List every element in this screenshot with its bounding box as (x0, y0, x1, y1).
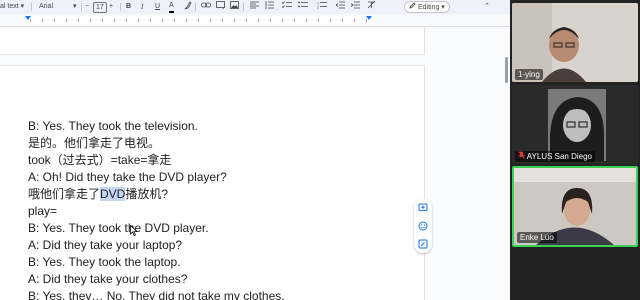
doc-line: A: Oh! Did they take the DVD player? (28, 170, 227, 184)
ruler-tick (306, 19, 307, 22)
ruler-tick (210, 19, 211, 22)
style-label: al text (0, 3, 19, 10)
underline-button[interactable]: U (155, 1, 160, 13)
doc-line: A: Did they take your clothes? (28, 272, 188, 286)
document-canvas[interactable]: B: Yes. They took the television. 是的。他们拿… (0, 27, 510, 300)
floating-side-toolbar (414, 199, 432, 253)
ruler-tick (318, 19, 319, 22)
editing-mode-label: Editing (417, 4, 440, 11)
doc-line: play= (28, 204, 58, 218)
participant-name-label: AYLUS San Diego (515, 151, 596, 162)
ruler-tick (294, 19, 295, 22)
ruler-tick (354, 19, 355, 22)
ruler-tick (162, 19, 163, 22)
toolbar-divider (195, 3, 196, 11)
suggest-edits-icon[interactable] (418, 239, 428, 249)
doc-line: took（过去式）=take=拿走 (28, 153, 172, 167)
ruler-tick (138, 19, 139, 22)
toolbar-divider (120, 3, 121, 11)
toolbar-divider (31, 3, 32, 11)
ruler-tick (78, 19, 79, 22)
ruler-tick (66, 19, 67, 22)
ruler-tick (150, 19, 151, 22)
ruler-tick (42, 19, 43, 22)
checklist-icon[interactable] (281, 1, 292, 13)
clear-formatting-icon[interactable] (367, 0, 376, 13)
highlight-pen-icon[interactable] (184, 1, 192, 13)
ruler-tick (114, 19, 115, 22)
italic-button[interactable]: I (141, 1, 143, 13)
ruler-tick (246, 19, 247, 22)
doc-text: 哦他们拿走了 (28, 187, 101, 201)
chevron-down-icon[interactable]: ▾ (73, 1, 77, 13)
document-page-previous (0, 27, 425, 55)
microphone-muted-icon (518, 151, 525, 159)
participant-name: 1-ying (515, 69, 543, 80)
ruler-page-area (28, 16, 374, 24)
docs-toolbar: al text ▾ Arial ▾ − 17 + B I U A 12 Edit… (0, 0, 510, 14)
align-icon[interactable] (250, 1, 259, 13)
doc-line: B: Yes, they… No. They did not take my c… (28, 289, 285, 300)
indent-increase-icon[interactable] (350, 1, 360, 13)
ruler-tick (270, 19, 271, 22)
ruler-tick (54, 19, 55, 22)
ruler-tick (342, 19, 343, 22)
toolbar-divider (81, 3, 82, 11)
ruler-tick (330, 19, 331, 22)
font-size-increase-button[interactable]: + (109, 1, 113, 13)
line-spacing-icon[interactable] (265, 1, 274, 13)
ruler-tick (282, 19, 283, 22)
emoji-reaction-icon[interactable] (418, 221, 428, 231)
participant-name: Enke Luo (517, 232, 557, 243)
indent-decrease-icon[interactable] (335, 1, 345, 13)
add-comment-icon[interactable] (418, 203, 428, 213)
font-size-decrease-button[interactable]: − (85, 1, 89, 13)
pencil-icon (409, 2, 416, 9)
doc-line: B: Yes. They took the DVD player. (28, 221, 209, 235)
document-body[interactable]: B: Yes. They took the television. 是的。他们拿… (28, 118, 285, 300)
mouse-pointer-icon (130, 225, 138, 236)
doc-line: B: Yes. They took the laptop. (28, 255, 181, 269)
ruler[interactable] (0, 14, 510, 27)
numbered-list-icon[interactable]: 12 (317, 1, 327, 13)
ruler-tick (90, 19, 91, 22)
participant-tile-active-speaker[interactable]: Enke Luo (512, 166, 638, 247)
text-color-button[interactable]: A (169, 1, 174, 13)
document-scrollbar[interactable] (505, 57, 508, 83)
style-dropdown[interactable]: al text ▾ (0, 1, 24, 13)
ruler-tick (30, 19, 31, 22)
ruler-tick (174, 19, 175, 22)
image-icon[interactable] (230, 1, 239, 13)
video-call-panel: 1-ying AYLUS San Diego Enke Luo (510, 0, 640, 300)
font-label: Arial (39, 3, 54, 10)
chevron-up-icon[interactable]: ⌃ (484, 1, 490, 13)
doc-text: 播放机? (125, 187, 169, 201)
font-dropdown[interactable]: Arial (39, 1, 53, 13)
ruler-tick (102, 19, 103, 22)
participant-tile[interactable]: 1-ying (512, 3, 638, 82)
link-icon[interactable] (201, 1, 211, 13)
toolbar-divider (243, 3, 244, 11)
ruler-tick (234, 19, 235, 22)
ruler-tick (186, 19, 187, 22)
ruler-tick (366, 19, 367, 22)
doc-line: A: Did they take your laptop? (28, 238, 183, 252)
doc-line-with-selection: 哦他们拿走了DVD播放机? (28, 186, 285, 203)
bulleted-list-icon[interactable] (298, 1, 308, 13)
svg-text:2: 2 (317, 6, 319, 10)
font-size-input[interactable]: 17 (93, 2, 107, 13)
doc-line: 是的。他们拿走了电视。 (28, 136, 161, 150)
ruler-tick (258, 19, 259, 22)
participant-tile[interactable]: AYLUS San Diego (512, 85, 638, 164)
editing-mode-dropdown[interactable]: Editing ▾ (404, 1, 450, 13)
ruler-tick (222, 19, 223, 22)
comment-icon[interactable] (216, 1, 225, 13)
participant-name: AYLUS San Diego (526, 152, 593, 161)
bold-button[interactable]: B (126, 1, 131, 13)
ruler-tick (198, 19, 199, 22)
text-selection[interactable]: DVD (100, 187, 126, 201)
doc-line: B: Yes. They took the television. (28, 119, 198, 133)
ruler-tick (126, 19, 127, 22)
